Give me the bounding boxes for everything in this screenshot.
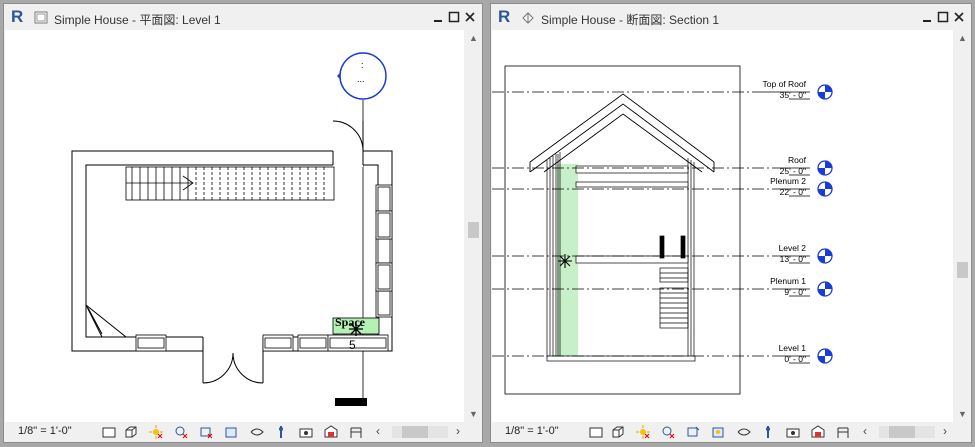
analytical-model-icon[interactable] — [349, 425, 363, 439]
scroll-up-arrow[interactable]: ▲ — [954, 30, 971, 46]
maximize-button[interactable] — [446, 8, 462, 26]
level-elevation: 35' - 0" — [780, 90, 806, 100]
floor-plan-drawing: : ... Space 5 — [71, 52, 393, 406]
stair — [125, 166, 335, 201]
section-drawing: Top of Roof35' - 0" Roof25' - 0"Plenum 22… — [492, 65, 833, 395]
detail-level-icon[interactable] — [589, 425, 603, 439]
drawing-canvas[interactable]: Top of Roof 35' - 0" Roof 25' - 0" Plenum 22… — [492, 30, 953, 422]
space-tag-number: 5 — [349, 338, 356, 352]
view-scale[interactable]: 1/8" = 1'-0" — [18, 425, 72, 437]
window-title: Simple House - 断面図: Section 1 — [541, 13, 720, 27]
level-name: Top of Roof — [763, 79, 807, 89]
level-head[interactable]: Level 10' - 0" — [777, 343, 833, 364]
analytical-model-icon[interactable] — [836, 425, 850, 439]
horizontal-scroll-thumb[interactable] — [402, 426, 428, 438]
scroll-thumb[interactable] — [957, 262, 968, 278]
crop-region[interactable] — [504, 65, 741, 395]
section-view-window[interactable]: R Simple House - 断面図: Section 1 Top of R… — [490, 3, 972, 443]
level-elevation: 0' - 0" — [784, 354, 806, 364]
visual-style-icon[interactable] — [611, 425, 625, 439]
section-stair — [659, 235, 689, 329]
level-name: Level 2 — [779, 243, 807, 253]
show-crop-region-icon[interactable] — [711, 425, 725, 439]
view-scale[interactable]: 1/8" = 1'-0" — [505, 425, 559, 437]
reveal-hidden-icon[interactable] — [786, 425, 800, 439]
scroll-right-arrow[interactable]: › — [456, 424, 460, 438]
view-control-bar: 1/8" = 1'-0" ‹ › — [4, 422, 482, 442]
section-view-icon — [522, 12, 534, 24]
sun-path-icon[interactable] — [636, 425, 650, 439]
level-elevation: 13' - 0" — [780, 254, 806, 264]
level-head[interactable]: Roof25' - 0" — [777, 155, 833, 176]
level-elevation: 22' - 0" — [780, 187, 806, 197]
crop-view-icon[interactable] — [199, 425, 213, 439]
shadows-icon[interactable] — [174, 425, 188, 439]
window-title: Simple House - 平面図: Level 1 — [54, 13, 221, 27]
level-elevation: 9' - 0" — [784, 287, 806, 297]
scroll-left-arrow[interactable]: ‹ — [376, 424, 380, 438]
scroll-left-arrow[interactable]: ‹ — [863, 424, 867, 438]
elevation-marker-bottom: ... — [357, 74, 365, 84]
scroll-down-arrow[interactable]: ▼ — [954, 406, 971, 422]
view-control-bar: 1/8" = 1'-0" ‹ › — [491, 422, 971, 442]
space-tag-name: Space — [335, 315, 366, 329]
revit-icon: R — [11, 7, 24, 26]
level-name: Level 1 — [779, 343, 807, 353]
floor-plan-view-window[interactable]: R Simple House - 平面図: Level 1 : ... Spac… — [3, 3, 483, 443]
temporary-hide-icon[interactable] — [761, 425, 775, 439]
level-head[interactable]: Plenum 19' - 0" — [770, 276, 833, 297]
level-head[interactable]: Top of Roof35' - 0" — [754, 79, 833, 100]
show-crop-region-icon[interactable] — [224, 425, 238, 439]
temporary-hide-icon[interactable] — [274, 425, 288, 439]
roof — [529, 93, 715, 173]
scroll-thumb[interactable] — [468, 222, 479, 238]
elevation-marker-top: : — [361, 60, 364, 70]
title-bar[interactable]: R Simple House - 平面図: Level 1 — [4, 4, 482, 30]
unlocked-3d-icon[interactable] — [737, 425, 751, 439]
revit-icon: R — [498, 7, 511, 26]
level-name: Plenum 1 — [770, 276, 806, 286]
worksharing-icon[interactable] — [324, 425, 338, 439]
horizontal-scroll-thumb[interactable] — [889, 426, 915, 438]
level-name: Plenum 2 — [770, 176, 806, 186]
level-name: Roof — [788, 155, 807, 165]
level-head[interactable]: Plenum 222' - 0" — [770, 176, 833, 197]
minimize-button[interactable] — [919, 8, 935, 26]
worksharing-icon[interactable] — [811, 425, 825, 439]
reveal-hidden-icon[interactable] — [299, 425, 313, 439]
close-button[interactable] — [462, 8, 478, 26]
unlocked-3d-icon[interactable] — [250, 425, 264, 439]
minimize-button[interactable] — [430, 8, 446, 26]
crop-view-icon[interactable] — [686, 425, 700, 439]
vertical-scrollbar[interactable]: ▲ ▼ — [954, 30, 971, 422]
sun-path-icon[interactable] — [149, 425, 163, 439]
level-heads[interactable]: Top of Roof35' - 0" Roof25' - 0"Plenum 22… — [754, 79, 833, 364]
level-head[interactable]: Level 213' - 0" — [777, 243, 833, 264]
detail-level-icon[interactable] — [102, 425, 116, 439]
drawing-canvas[interactable]: : ... Space 5 — [5, 30, 464, 422]
visual-style-icon[interactable] — [124, 425, 138, 439]
floor-plan-icon — [34, 11, 48, 24]
close-button[interactable] — [951, 8, 967, 26]
title-bar[interactable]: R Simple House - 断面図: Section 1 — [491, 4, 971, 30]
scroll-down-arrow[interactable]: ▼ — [465, 406, 482, 422]
scroll-up-arrow[interactable]: ▲ — [465, 30, 482, 46]
scroll-right-arrow[interactable]: › — [943, 424, 947, 438]
maximize-button[interactable] — [935, 8, 951, 26]
shadows-icon[interactable] — [661, 425, 675, 439]
level-elevation: 25' - 0" — [780, 166, 806, 176]
section-head[interactable] — [335, 398, 367, 406]
vertical-scrollbar[interactable]: ▲ ▼ — [465, 30, 482, 422]
level-lines — [492, 91, 777, 357]
